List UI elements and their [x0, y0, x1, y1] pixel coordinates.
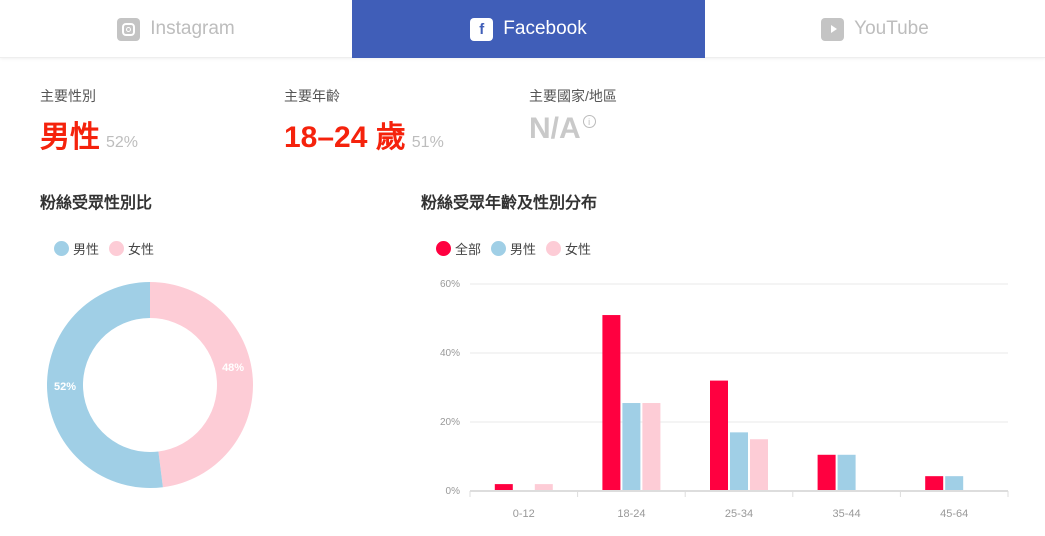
instagram-icon [117, 17, 141, 41]
stat-label: 主要性別 [40, 88, 96, 104]
x-tick-label: 0-12 [513, 508, 535, 520]
legend-label: 男性 [510, 242, 537, 257]
bar-45-64-男性[interactable] [945, 476, 964, 490]
legend-item-female[interactable]: 女性 [109, 239, 154, 258]
stat-main-country: 主要國家/地區 N/A i [529, 86, 617, 146]
legend-item-male[interactable]: 男性 [54, 239, 99, 258]
bar-0-12-全部[interactable] [494, 484, 513, 490]
legend-dot-icon [491, 241, 507, 256]
x-tick-label: 18-24 [617, 508, 645, 520]
legend-dot-icon [109, 241, 125, 256]
y-tick-label: 0% [446, 486, 461, 497]
stat-label: 主要年齡 [284, 88, 340, 104]
stat-value: N/A [529, 112, 581, 145]
stat-label: 主要國家/地區 [529, 88, 617, 104]
donut-label-female: 48% [222, 362, 244, 374]
legend-item-male[interactable]: 男性 [491, 239, 536, 258]
bar-35-44-全部[interactable] [817, 454, 836, 490]
x-tick-label: 35-44 [833, 508, 861, 520]
platform-tabs: Instagram f Facebook YouTube [0, 0, 1045, 58]
legend-label: 全部 [455, 242, 482, 257]
stat-value: 男性 [40, 121, 100, 154]
donut-label-male: 52% [54, 381, 76, 393]
tab-facebook[interactable]: f Facebook [352, 0, 705, 58]
age-chart-legend: 全部 男性 女性 [436, 239, 591, 258]
stat-main-gender: 主要性別 男性 52% [40, 86, 138, 156]
facebook-icon: f [470, 17, 494, 41]
bar-18-24-女性[interactable] [642, 403, 661, 490]
tab-youtube[interactable]: YouTube [705, 0, 1045, 58]
y-tick-label: 20% [440, 417, 460, 428]
legend-item-female[interactable]: 女性 [546, 239, 591, 258]
y-tick-label: 40% [440, 348, 460, 359]
x-tick-label: 45-64 [940, 508, 968, 520]
y-tick-label: 60% [440, 279, 460, 290]
bar-45-64-全部[interactable] [925, 476, 944, 490]
bar-18-24-男性[interactable] [622, 403, 641, 490]
legend-label: 男性 [73, 242, 100, 257]
age-gender-bar-chart: 0% 20% 40% 60% 0-12 18-24 25-34 35-44 45-64 [440, 279, 1009, 520]
tab-label: Facebook [503, 18, 587, 39]
bar-25-34-男性[interactable] [730, 432, 748, 490]
age-chart-title: 粉絲受眾年齡及性別分布 [421, 195, 598, 212]
bar-35-44-男性[interactable] [837, 454, 856, 490]
legend-item-all[interactable]: 全部 [436, 239, 481, 258]
gender-chart-title: 粉絲受眾性別比 [40, 195, 153, 212]
stat-value: 18–24 歲 [284, 121, 406, 154]
stat-main-age: 主要年齡 18–24 歲 51% [284, 86, 444, 156]
legend-dot-icon [546, 241, 562, 256]
bar-25-34-女性[interactable] [750, 439, 768, 490]
donut-slice-female[interactable] [150, 282, 254, 488]
x-tick-label: 25-34 [725, 508, 753, 520]
legend-label: 女性 [565, 242, 592, 257]
tab-label: YouTube [854, 18, 929, 39]
bar-25-34-全部[interactable] [710, 380, 728, 490]
legend-dot-icon [54, 241, 69, 256]
stat-percent: 52% [106, 134, 139, 151]
tab-label: Instagram [150, 18, 235, 39]
gender-donut-chart: 48% 52% [47, 282, 254, 488]
bar-0-12-女性[interactable] [534, 484, 553, 490]
legend-dot-icon [436, 241, 451, 256]
legend-label: 女性 [128, 242, 155, 257]
gender-chart-legend: 男性 女性 [54, 239, 154, 258]
info-icon[interactable]: i [582, 115, 596, 128]
stat-percent: 51% [411, 134, 444, 151]
youtube-icon [821, 17, 845, 41]
bar-18-24-全部[interactable] [602, 315, 621, 490]
tab-instagram[interactable]: Instagram [0, 0, 352, 58]
